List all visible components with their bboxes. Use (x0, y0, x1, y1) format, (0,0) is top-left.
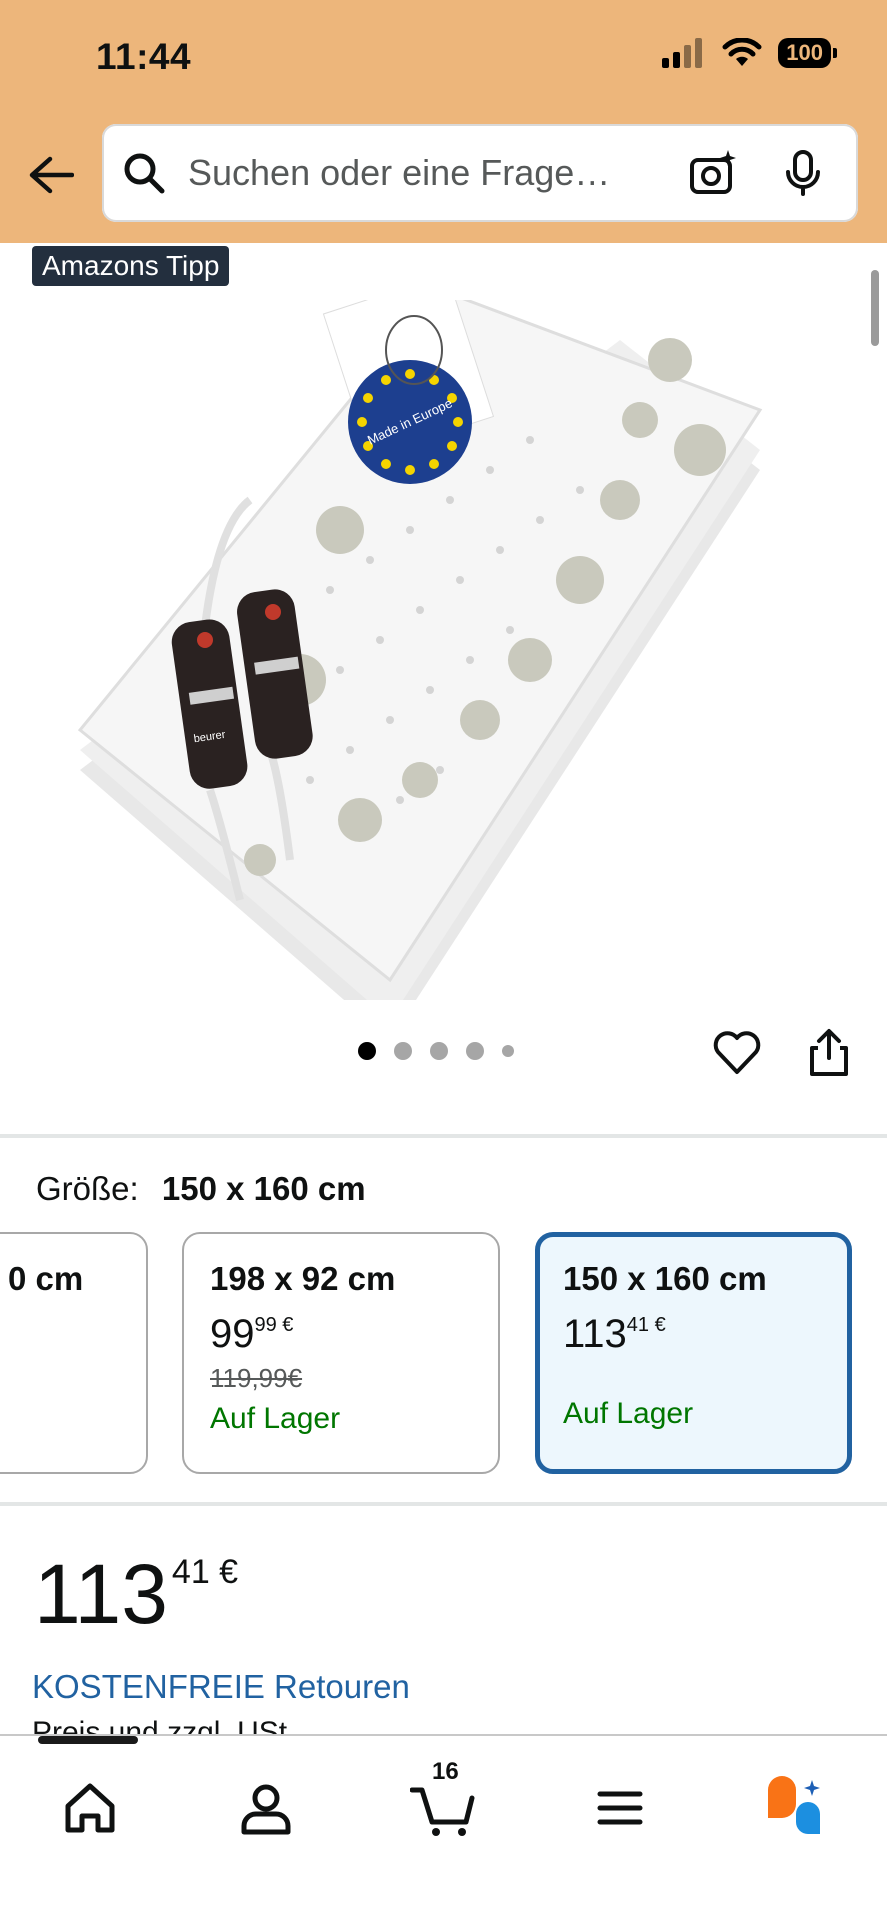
pagination-dot[interactable] (502, 1045, 514, 1057)
cart-count-badge: 16 (432, 1758, 459, 1785)
bottom-tab-bar: 16 (0, 1734, 887, 1920)
price-fraction: 41 € (171, 1553, 239, 1591)
image-pagination[interactable] (358, 1042, 514, 1060)
status-icons: 100 (662, 38, 837, 68)
price-whole: 113 (563, 1312, 627, 1356)
camera-search-icon[interactable] (688, 148, 738, 198)
rufus-assistant-icon[interactable] (762, 1776, 826, 1840)
size-option-title: 150 x 160 cm (563, 1260, 767, 1297)
product-image[interactable]: Made in Europe beurer (60, 300, 830, 1000)
arrow-left-icon (29, 156, 74, 194)
heart-icon[interactable] (712, 1028, 762, 1078)
pagination-dot[interactable] (394, 1042, 412, 1060)
battery-indicator: 100 (778, 38, 837, 68)
share-icon[interactable] (804, 1028, 854, 1078)
home-icon[interactable] (58, 1776, 122, 1840)
tab-indicator (38, 1736, 138, 1744)
size-label: Größe: 150 x 160 cm (36, 1170, 366, 1208)
size-option-card[interactable]: 0 cm (0, 1232, 148, 1474)
search-icon (124, 153, 165, 194)
pagination-dot[interactable] (430, 1042, 448, 1060)
size-option-old-price: 119,99€ (210, 1363, 303, 1393)
amazons-choice-badge: Amazons Tipp (32, 246, 230, 286)
section-divider (0, 1502, 887, 1506)
size-selected-value: 150 x 160 cm (161, 1170, 366, 1207)
price-whole: 99 (210, 1312, 255, 1356)
search-input[interactable]: Suchen oder eine Frage… (188, 152, 658, 194)
vat-note: Preis und zzgl. USt (32, 1716, 288, 1734)
account-icon[interactable] (234, 1776, 298, 1840)
size-option-title: 198 x 92 cm (210, 1260, 396, 1297)
pagination-dot[interactable] (358, 1042, 376, 1060)
status-time: 11:44 (96, 36, 192, 77)
size-option-card-selected[interactable]: 150 x 160 cm 11341 € Auf Lager (535, 1232, 852, 1474)
size-option-stock: Auf Lager (563, 1397, 694, 1430)
price-fraction: 41 € (626, 1314, 666, 1336)
menu-icon[interactable] (588, 1776, 652, 1840)
signal-icon (662, 38, 703, 68)
free-returns-link[interactable]: KOSTENFREIE Retouren (32, 1668, 410, 1706)
wifi-icon (722, 38, 762, 66)
back-button[interactable] (26, 150, 76, 200)
size-option-title: 0 cm (8, 1260, 84, 1297)
size-option-stock: Auf Lager (210, 1402, 341, 1435)
app-header: 11:44 100 Suchen oder eine Frage… (0, 0, 887, 243)
section-divider (0, 1134, 887, 1138)
microphone-icon[interactable] (778, 148, 828, 198)
size-label-text: Größe: (36, 1170, 139, 1207)
size-option-price: 11341 € (563, 1312, 824, 1357)
size-option-price: 9999 € (210, 1312, 472, 1357)
price-whole: 113 (34, 1547, 168, 1641)
price-fraction: 99 € (254, 1314, 294, 1336)
pagination-dot[interactable] (466, 1042, 484, 1060)
product-price: 113 41 € (34, 1546, 238, 1643)
scrollbar[interactable] (871, 270, 879, 346)
search-bar[interactable]: Suchen oder eine Frage… (102, 124, 858, 222)
size-option-card[interactable]: 198 x 92 cm 9999 € 119,99€ Auf Lager (182, 1232, 500, 1474)
